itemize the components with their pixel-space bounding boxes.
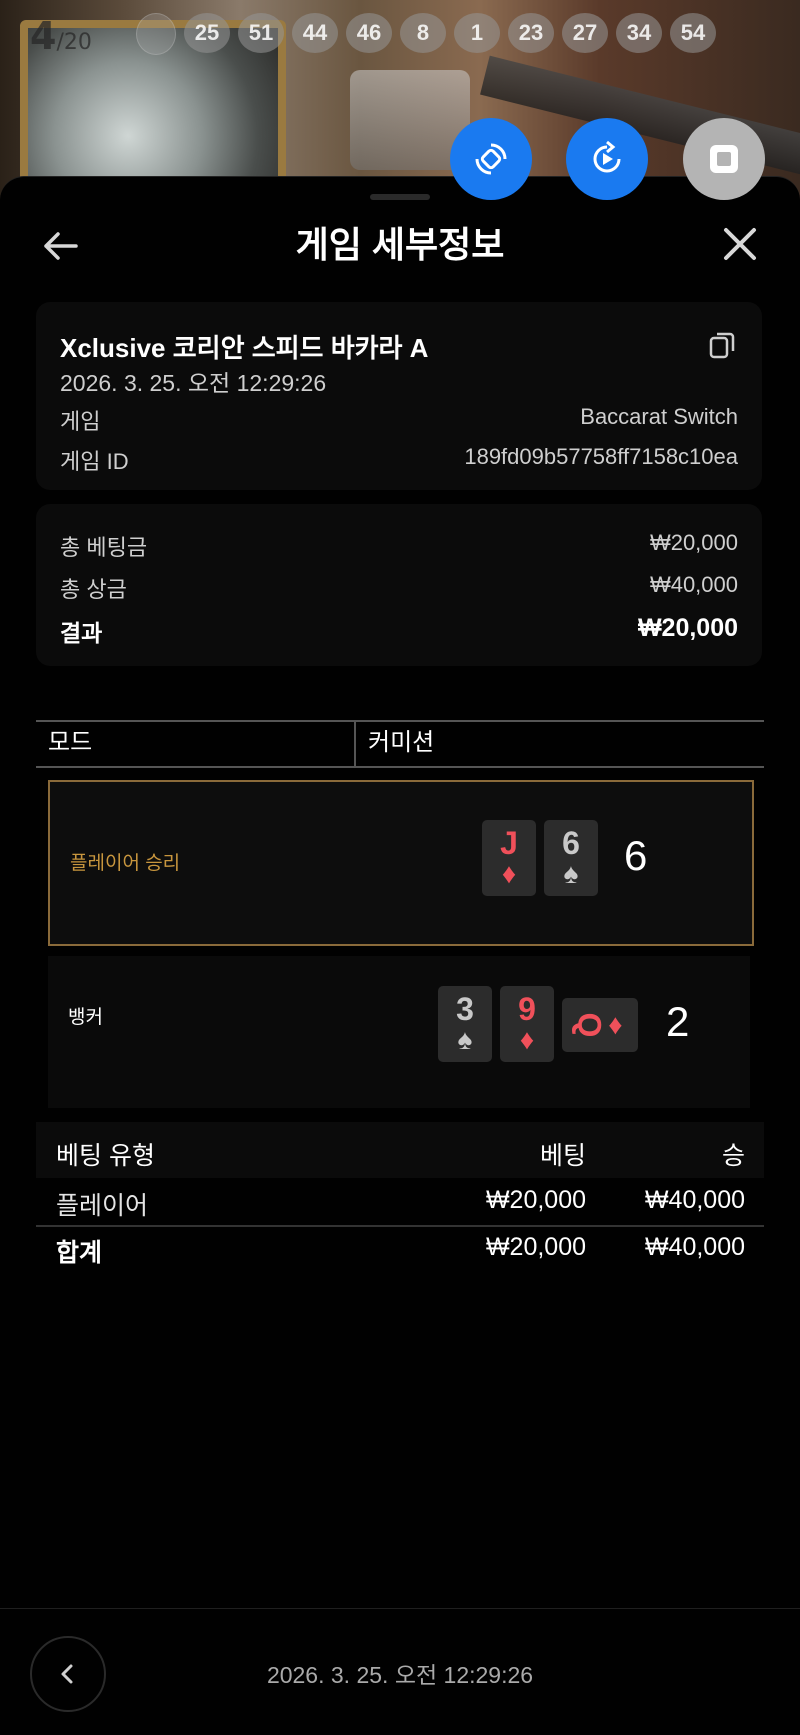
close-icon — [724, 228, 756, 260]
spade-icon: ♠ — [457, 1024, 473, 1055]
drawn-ball: 44 — [292, 13, 338, 53]
drawn-ball-empty — [136, 13, 176, 55]
diamond-icon: ♦ — [501, 858, 517, 889]
drawn-ball: 54 — [670, 13, 716, 53]
game-id-label: 게임 ID — [60, 449, 129, 474]
game-id-row: 게임 ID 189fd09b57758ff7158c10ea — [60, 444, 738, 476]
replay-button[interactable] — [566, 118, 648, 200]
drawn-ball: 1 — [454, 13, 500, 53]
total-bet-row: 총 베팅금 ₩20,000 — [60, 530, 738, 562]
drawn-ball: 51 — [238, 13, 284, 53]
drawn-numbers: 25 51 44 46 8 1 23 27 34 54 — [136, 13, 716, 55]
total-row-bet: ₩20,000 — [485, 1233, 586, 1261]
diamond-icon: ♦ — [519, 1024, 535, 1055]
copy-icon — [709, 332, 735, 359]
game-row: 게임 Baccarat Switch — [60, 404, 738, 436]
footer-datetime: 2026. 3. 25. 오전 12:29:26 — [266, 1662, 534, 1688]
playing-card: 9 ♦ — [500, 986, 554, 1062]
round-counter: 4/20 — [30, 14, 92, 58]
total-row-label: 합계 — [56, 1239, 103, 1267]
total-bet-label: 총 베팅금 — [60, 535, 148, 560]
banker-score: 2 — [666, 998, 690, 1045]
drawn-ball: 25 — [184, 13, 230, 53]
result-row: 결과 ₩20,000 — [60, 614, 738, 648]
card-rank: 9 — [518, 991, 536, 1027]
stop-button[interactable] — [683, 118, 765, 200]
game-datetime: 2026. 3. 25. 오전 12:29:26 — [60, 370, 327, 396]
summary-card: 총 베팅금 ₩20,000 총 상금 ₩40,000 결과 ₩20,000 — [36, 504, 762, 666]
player-win-label: 플레이어 승리 — [70, 853, 181, 874]
bet-type-header: 베팅 유형 — [56, 1142, 155, 1170]
sync-button[interactable] — [450, 118, 532, 200]
mode-label: 모드 — [36, 722, 356, 766]
drawn-ball: 27 — [562, 13, 608, 53]
drawn-ball: 34 — [616, 13, 662, 53]
diamond-icon: ♦ — [608, 1009, 623, 1040]
total-win-label: 총 상금 — [60, 577, 127, 602]
player-hand: 플레이어 승리 J ♦ 6 ♠ 6 — [48, 780, 754, 946]
playing-card: 6 ♠ — [544, 820, 598, 896]
sheet-drag-handle[interactable] — [370, 194, 430, 200]
replay-icon — [593, 140, 621, 173]
card-rank: Q — [571, 1012, 608, 1038]
total-win-value: ₩40,000 — [649, 572, 738, 597]
card-rank: 3 — [456, 991, 474, 1027]
footer-divider — [0, 1608, 800, 1609]
bet-row-bet: ₩20,000 — [485, 1186, 586, 1214]
spade-icon: ♠ — [563, 858, 579, 889]
result-value: ₩20,000 — [637, 614, 738, 642]
close-button[interactable] — [718, 222, 762, 266]
total-row-win: ₩40,000 — [644, 1233, 745, 1261]
page-title: 게임 세부정보 — [295, 224, 505, 265]
game-value: Baccarat Switch — [580, 404, 738, 429]
total-bet-value: ₩20,000 — [649, 530, 738, 555]
game-label: 게임 — [60, 409, 101, 434]
refresh-sync-icon — [475, 143, 507, 175]
stop-icon — [710, 145, 738, 173]
commission-label: 커미션 — [368, 729, 435, 756]
drawn-ball: 8 — [400, 13, 446, 53]
bet-row-type: 플레이어 — [56, 1192, 149, 1220]
game-info-card: Xclusive 코리안 스피드 바카라 A 2026. 3. 25. 오전 1… — [36, 302, 762, 490]
total-win-row: 총 상금 ₩40,000 — [60, 572, 738, 604]
bet-header: 베팅 — [539, 1142, 586, 1170]
win-header: 승 — [721, 1142, 745, 1170]
drawn-ball: 46 — [346, 13, 392, 53]
mode-bar: 모드 커미션 — [36, 720, 764, 768]
playing-card-sideways: Q ♦ — [562, 998, 638, 1052]
player-score: 6 — [624, 832, 648, 879]
drawn-ball: 23 — [508, 13, 554, 53]
game-name: Xclusive 코리안 스피드 바카라 A — [60, 333, 429, 363]
game-id-value[interactable]: 189fd09b57758ff7158c10ea — [464, 444, 738, 476]
banker-hand: 뱅커 3 ♠ 9 ♦ Q ♦ 2 — [48, 956, 750, 1108]
card-rank: J — [500, 825, 518, 861]
bet-row-win: ₩40,000 — [644, 1186, 745, 1214]
result-label: 결과 — [60, 620, 103, 646]
playing-card: 3 ♠ — [438, 986, 492, 1062]
divider — [36, 1225, 764, 1227]
banker-label: 뱅커 — [68, 1007, 103, 1028]
playing-card: J ♦ — [482, 820, 536, 896]
copy-button[interactable] — [708, 330, 736, 360]
card-rank: 6 — [562, 825, 580, 861]
